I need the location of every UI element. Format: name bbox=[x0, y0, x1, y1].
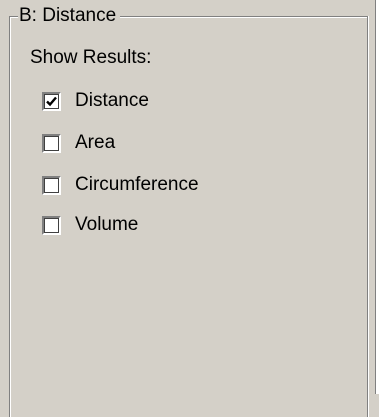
option-volume[interactable]: Volume bbox=[42, 214, 138, 236]
show-results-label: Show Results: bbox=[30, 47, 152, 68]
option-circumference[interactable]: Circumference bbox=[42, 174, 199, 196]
distance-label: Distance bbox=[75, 90, 149, 111]
panel-edge bbox=[375, 0, 379, 394]
option-distance[interactable]: Distance bbox=[42, 90, 149, 112]
volume-checkbox[interactable] bbox=[42, 215, 61, 235]
area-label: Area bbox=[75, 132, 116, 153]
circumference-checkbox[interactable] bbox=[42, 175, 61, 195]
option-area[interactable]: Area bbox=[42, 132, 115, 154]
distance-checkbox[interactable] bbox=[42, 91, 61, 111]
volume-label: Volume bbox=[75, 214, 139, 235]
checkmark-icon bbox=[46, 96, 57, 106]
area-checkbox[interactable] bbox=[42, 133, 61, 153]
groupbox-title: B: Distance bbox=[18, 5, 121, 27]
circumference-label: Circumference bbox=[75, 174, 199, 195]
